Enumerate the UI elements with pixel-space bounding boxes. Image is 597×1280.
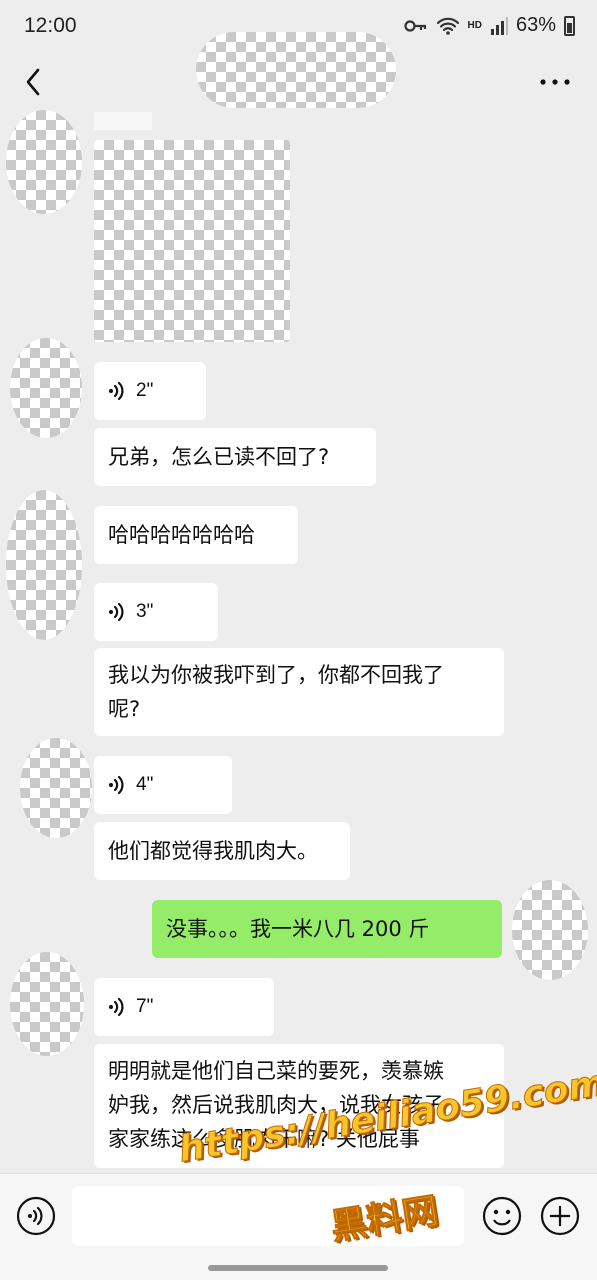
message-text: 我以为你被我吓到了，你都不回我了 [108,663,444,687]
avatar[interactable] [10,952,84,1056]
message-text: 他们都觉得我肌肉大。 [108,839,318,863]
voice-message[interactable]: 4" [94,756,232,814]
more-button[interactable] [535,62,575,102]
image-message-edge [94,112,152,130]
network-type: HD [467,20,482,31]
message-bubble[interactable]: 哈哈哈哈哈哈哈 [94,506,298,564]
voice-duration: 2" [136,380,154,401]
key-icon [403,19,426,32]
message-text: 明明就是他们自己菜的要死，羡慕嫉 [108,1059,444,1083]
chat-title-redacted [196,32,396,108]
message-bubble[interactable]: 兄弟，怎么已读不回了? [94,428,376,486]
avatar[interactable] [10,338,82,438]
voice-wave-icon [109,775,124,795]
signal-icon [490,16,508,35]
battery-icon [564,15,575,36]
voice-input-button[interactable] [16,1196,56,1236]
status-icons: HD 63% [403,14,575,37]
voice-wave-icon [109,602,124,622]
my-avatar[interactable] [512,880,588,980]
voice-duration: 4" [136,774,154,795]
message-text: 呢? [108,697,141,721]
more-dots-icon [540,79,570,85]
back-button[interactable] [18,62,58,102]
avatar[interactable] [6,110,82,214]
voice-message[interactable]: 7" [94,978,274,1036]
message-text: 没事。。。我一米八几 200 斤 [166,917,430,941]
voice-message[interactable]: 2" [94,362,206,420]
home-indicator [208,1265,388,1271]
plus-button[interactable] [540,1196,580,1236]
voice-wave-icon [109,381,124,401]
battery-percent: 63% [515,14,556,36]
wifi-icon [436,17,459,35]
avatar[interactable] [20,738,92,838]
sent-message-bubble[interactable]: 没事。。。我一米八几 200 斤 [152,900,502,958]
status-time: 12:00 [24,14,77,37]
voice-duration: 3" [136,601,154,622]
emoji-button[interactable] [482,1196,522,1236]
voice-wave-icon [109,997,124,1017]
plus-icon [540,1196,580,1236]
voice-message[interactable]: 3" [94,583,218,641]
message-text: 哈哈哈哈哈哈哈 [108,523,255,547]
avatar[interactable] [6,490,82,640]
message-text: 兄弟，怎么已读不回了? [108,445,330,469]
voice-mode-icon [16,1196,56,1236]
voice-duration: 7" [136,996,154,1017]
message-composer [0,1173,597,1280]
message-bubble[interactable]: 我以为你被我吓到了，你都不回我了 呢? [94,648,504,736]
back-arrow-icon [26,68,40,96]
message-bubble[interactable]: 他们都觉得我肌肉大。 [94,822,350,880]
emoji-icon [482,1196,522,1236]
image-message[interactable] [94,140,290,342]
